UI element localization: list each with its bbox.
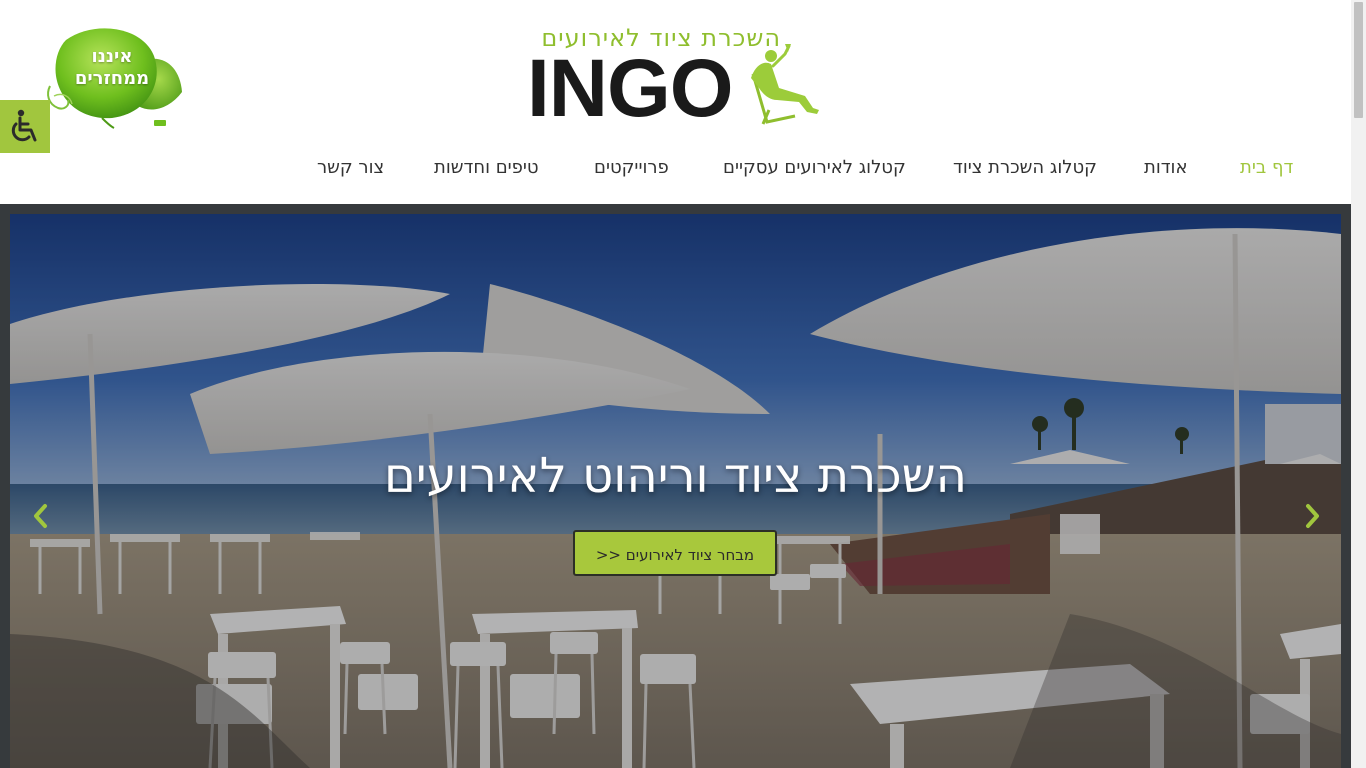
hero-title: השכרת ציוד וריהוט לאירועים xyxy=(383,448,968,504)
site-header: איננו ממחזרים השכרת ציוד לאירועים INGO ד… xyxy=(0,0,1351,204)
hero-cta-button[interactable]: מבחר ציוד לאירועים << xyxy=(573,530,777,576)
wheelchair-icon xyxy=(11,109,37,141)
page-scrollbar[interactable] xyxy=(1351,0,1366,768)
nav-item-contact[interactable]: צור קשר xyxy=(317,155,384,181)
nav-item-projects[interactable]: פרוייקטים xyxy=(594,155,669,181)
main-nav: דף בית אודות קטלוג השכרת ציוד קטלוג לאיר… xyxy=(0,155,1351,185)
hero-slider: השכרת ציוד וריהוט לאירועים מבחר ציוד לאי… xyxy=(0,204,1351,768)
nav-item-rental-catalog[interactable]: קטלוג השכרת ציוד xyxy=(953,155,1097,181)
nav-item-tips-news[interactable]: טיפים וחדשות xyxy=(434,155,539,181)
slider-next-button[interactable] xyxy=(1301,502,1323,530)
logo-wordmark: INGO xyxy=(527,43,734,134)
badge-line-1: איננו xyxy=(91,46,133,67)
recycle-badge[interactable]: איננו ממחזרים xyxy=(42,22,190,134)
site-logo[interactable]: השכרת ציוד לאירועים INGO xyxy=(527,22,827,132)
hero-slide: השכרת ציוד וריהוט לאירועים מבחר ציוד לאי… xyxy=(10,214,1341,768)
slider-prev-button[interactable] xyxy=(30,502,52,530)
scrollbar-thumb[interactable] xyxy=(1354,2,1363,118)
chevron-left-icon xyxy=(34,504,47,528)
nav-item-home[interactable]: דף בית xyxy=(1240,155,1293,181)
accessibility-button[interactable] xyxy=(0,100,50,153)
chevron-right-icon xyxy=(1306,504,1319,528)
nav-item-about[interactable]: אודות xyxy=(1144,155,1188,181)
badge-line-2: ממחזרים xyxy=(74,68,150,89)
lounge-figure-icon xyxy=(751,44,819,125)
nav-item-business-catalog[interactable]: קטלוג לאירועים עסקיים xyxy=(723,155,906,181)
badge-text: איננו ממחזרים xyxy=(62,46,162,90)
